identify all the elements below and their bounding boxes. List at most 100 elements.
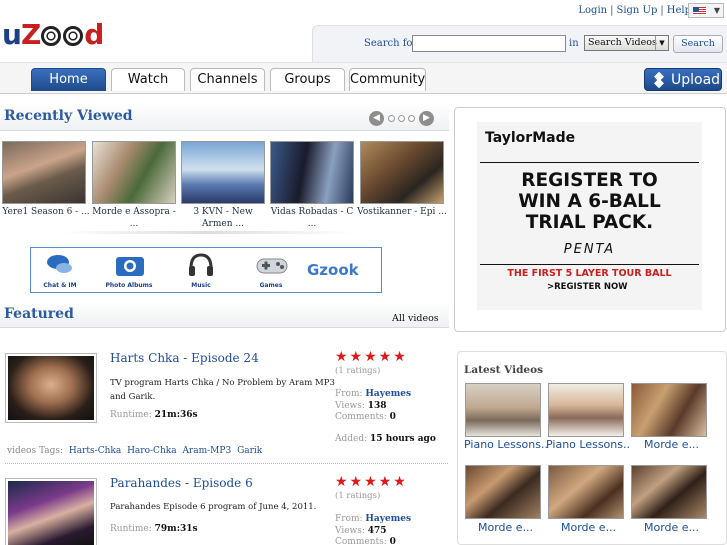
runtime: Runtime: 21m:36s <box>110 410 198 420</box>
video-thumbnail[interactable] <box>360 141 444 204</box>
video-thumbnail[interactable] <box>631 465 707 519</box>
tab-groups[interactable]: Groups <box>270 68 345 91</box>
video-tags: videos Tags: Harts-Chka Haro-Chka Aram-M… <box>7 446 263 456</box>
search-label: Search for <box>364 38 418 49</box>
logo-letter: u <box>2 18 22 51</box>
pager-dot[interactable] <box>408 115 415 122</box>
ad-headline: REGISTER TO <box>521 170 658 191</box>
account-links: Login | Sign Up | Help <box>578 5 691 16</box>
ad-cta[interactable]: >REGISTER NOW <box>547 282 628 292</box>
video-caption[interactable]: Piano Lessons... <box>464 438 548 451</box>
video-caption[interactable]: Morde e... <box>644 521 727 534</box>
ad-headline: TRIAL PACK. <box>525 212 654 233</box>
us-flag-icon <box>693 7 706 15</box>
logo-letter: d <box>84 18 104 51</box>
video-thumbnail[interactable] <box>2 141 86 204</box>
video-caption[interactable]: Morde e... <box>644 438 727 451</box>
ad-rule <box>480 264 699 265</box>
video-comments: Comments: 0 <box>335 412 396 422</box>
video-thumbnail[interactable] <box>270 141 354 204</box>
signup-link[interactable]: Sign Up <box>616 5 657 16</box>
tab-community[interactable]: Community <box>349 68 426 91</box>
language-select[interactable]: ▼ <box>688 3 724 18</box>
tab-watch[interactable]: Watch <box>111 68 185 91</box>
video-thumbnail[interactable] <box>92 141 176 204</box>
runtime: Runtime: 79m:31s <box>110 524 198 534</box>
tag-link[interactable]: Aram-MP3 <box>182 446 231 456</box>
camera-icon <box>115 253 145 276</box>
uploader-link[interactable]: Hayemes <box>365 514 411 524</box>
music-label: Music <box>191 282 211 289</box>
upload-button[interactable]: Upload <box>644 68 722 91</box>
search-scope-value: Search Videos <box>588 37 657 48</box>
carousel-scroll-shadow <box>60 231 355 234</box>
logo-reel-icon <box>63 26 84 46</box>
featured-video-description: TV program Harts Chka / No Problem by Ar… <box>110 378 335 402</box>
login-link[interactable]: Login <box>578 5 607 16</box>
upload-arrow-icon <box>651 72 668 89</box>
video-caption[interactable]: 3 KVN - New Armen ... <box>177 206 269 230</box>
video-uploader: From: Hayemes <box>335 514 412 524</box>
site-logo[interactable]: uZ d <box>2 18 104 51</box>
video-caption[interactable]: Vidas Robadas - C ... <box>266 206 358 230</box>
prev-arrow-icon[interactable]: ◀ <box>369 111 384 126</box>
video-thumbnail[interactable] <box>181 141 265 204</box>
search-button[interactable]: Search <box>673 35 723 53</box>
ad-brand: TaylorMade <box>485 130 576 146</box>
search-scope-select[interactable]: Search Videos ▼ <box>584 35 669 51</box>
taylormade-ad[interactable]: TaylorMade REGISTER TO WIN A 6-BALL TRIA… <box>477 122 702 310</box>
video-thumbnail[interactable] <box>465 383 541 437</box>
tab-channels[interactable]: Channels <box>190 68 265 91</box>
ad-product: PENTA <box>563 242 616 257</box>
headphones-icon <box>187 252 215 276</box>
video-comments: Comments: 0 <box>335 537 396 545</box>
recently-viewed-title: Recently Viewed <box>4 108 133 124</box>
gamepad-icon <box>256 254 288 276</box>
latest-videos-title: Latest Videos <box>464 364 544 376</box>
next-arrow-icon[interactable]: ▶ <box>419 111 434 126</box>
logo-letter: Z <box>20 18 41 51</box>
ad-rule <box>480 162 699 163</box>
featured-video-title[interactable]: Parahandes - Episode 6 <box>110 476 253 490</box>
video-thumbnail[interactable] <box>548 465 624 519</box>
video-uploader: From: Hayemes <box>335 389 412 399</box>
featured-video-title[interactable]: Harts Chka - Episode 24 <box>110 351 259 365</box>
video-caption[interactable]: Yere1 Season 6 - ... <box>0 206 92 218</box>
uploader-link[interactable]: Hayemes <box>365 389 411 399</box>
all-videos-link[interactable]: All videos <box>392 313 439 324</box>
video-thumbnail[interactable] <box>631 383 707 437</box>
video-caption[interactable]: Vostikanner - Epi ... <box>356 206 448 218</box>
video-caption[interactable]: Morde e... <box>561 521 645 534</box>
divider <box>5 463 448 464</box>
ad-tagline: THE FIRST 5 LAYER TOUR BALL <box>507 268 672 279</box>
video-added: Added: 15 hours ago <box>335 434 436 444</box>
chevron-down-icon: ▼ <box>713 6 720 15</box>
featured-title: Featured <box>4 306 74 322</box>
video-caption[interactable]: Morde e... <box>478 521 562 534</box>
tag-link[interactable]: Garik <box>237 446 262 456</box>
chat-label: Chat & IM <box>43 282 77 289</box>
ratings-count: (1 ratings) <box>335 366 381 376</box>
featured-thumbnail[interactable] <box>5 353 97 423</box>
upload-label: Upload <box>671 72 721 88</box>
pager-dot[interactable] <box>398 115 405 122</box>
ratings-count: (1 ratings) <box>335 491 381 501</box>
video-thumbnail[interactable] <box>465 465 541 519</box>
gzook-logo: Gzook <box>307 261 359 279</box>
rating-stars[interactable]: ★★★★★ <box>335 349 408 365</box>
tag-link[interactable]: Haro-Chka <box>127 446 176 456</box>
rating-stars[interactable]: ★★★★★ <box>335 474 408 490</box>
pager-dot[interactable] <box>388 115 395 122</box>
games-label: Games <box>259 282 283 289</box>
search-input[interactable] <box>412 35 566 52</box>
tag-link[interactable]: Harts-Chka <box>69 446 121 456</box>
ad-headline: WIN A 6-BALL <box>518 191 661 212</box>
search-in-label: in <box>569 38 579 49</box>
video-caption[interactable]: Morde e Assopra - ... <box>88 206 180 230</box>
featured-video-description: Parahandes Episode 6 program of June 4, … <box>110 502 317 512</box>
video-views: Views: 475 <box>335 526 387 536</box>
tab-home[interactable]: Home <box>31 68 106 91</box>
featured-thumbnail[interactable] <box>5 478 97 545</box>
video-thumbnail[interactable] <box>548 383 624 437</box>
video-caption[interactable]: Piano Lessons... <box>546 438 630 451</box>
